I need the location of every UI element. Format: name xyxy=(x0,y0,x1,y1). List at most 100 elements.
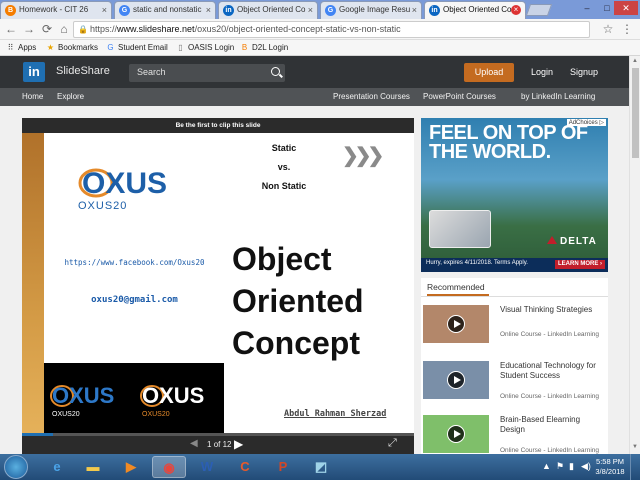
recommended-item[interactable]: Brain-Based Elearning Design Online Cours… xyxy=(421,415,608,454)
slideshare-logo-text[interactable]: SlideShare xyxy=(56,65,110,77)
nav-home[interactable]: Home xyxy=(22,92,43,101)
next-slide-icon[interactable]: ▶ xyxy=(234,437,243,451)
page-scrollbar[interactable]: ▲ ▼ xyxy=(629,56,640,454)
nav-presentation-courses[interactable]: Presentation Courses xyxy=(333,92,410,101)
address-bar[interactable]: 🔒 https://www.slideshare.net/oxus20/objec… xyxy=(73,21,590,38)
recommended-title[interactable]: Recommended xyxy=(427,282,485,292)
windows-taskbar: e ▬ ▶ ◉ W C P ◩ ▲ ⚑ ▮ ◀) 5:58 PM 3/8/2018 xyxy=(0,454,640,480)
tab-close-icon[interactable]: × xyxy=(308,2,313,18)
delta-ad[interactable]: AdChoices ▷ FEEL ON TOP OF THE WORLD. DE… xyxy=(421,118,608,272)
slide-title: Object Oriented Concept xyxy=(232,238,364,364)
url-path: /oxus20/object-oriented-concept-static-v… xyxy=(194,24,401,34)
tab-close-icon[interactable]: × xyxy=(102,2,107,18)
course-thumbnail[interactable] xyxy=(423,305,489,343)
chevrons-icon: ❯❯❯ xyxy=(342,145,384,167)
learn-more-button[interactable]: LEARN MORE › xyxy=(555,260,605,269)
tray-expand-icon[interactable]: ▲ xyxy=(542,461,551,471)
network-icon[interactable]: ▮ xyxy=(569,461,574,472)
bookmark-star-icon[interactable]: ☆ xyxy=(601,22,615,36)
word-icon[interactable]: W xyxy=(190,456,224,478)
folder-icon[interactable]: ▬ xyxy=(76,456,110,478)
reload-icon[interactable]: ⟳ xyxy=(40,22,54,36)
bookmark-d2l-login[interactable]: B D2L Login xyxy=(240,42,288,54)
email-address: oxus20@gmail.com xyxy=(91,295,178,305)
oxus20-logo: OXUS OXUS20 xyxy=(78,167,167,212)
bookmark-oasis-login[interactable]: ▯ OASIS Login xyxy=(176,42,234,54)
static-vs-nonstatic-label: Static vs. Non Static xyxy=(224,139,344,196)
tab-4[interactable]: G Google Image Resu × xyxy=(320,1,422,19)
start-button[interactable] xyxy=(4,455,28,479)
course-thumbnail[interactable] xyxy=(423,361,489,399)
course-title[interactable]: Visual Thinking Strategies xyxy=(500,305,606,315)
tab-5[interactable]: in Object Oriented Co × xyxy=(424,1,526,19)
browser-menu-icon[interactable]: ⋮ xyxy=(620,22,634,36)
nav-linkedin-learning[interactable]: by LinkedIn Learning xyxy=(521,92,595,101)
ie-icon[interactable]: e xyxy=(40,456,74,478)
upload-button[interactable]: Upload xyxy=(464,63,514,82)
bookmark-student-email[interactable]: G Student Email xyxy=(106,42,167,54)
slide-content[interactable]: OXUS OXUS20 https://www.facebook.com/Oxu… xyxy=(22,133,414,433)
search-input[interactable]: Search xyxy=(129,64,285,82)
bookmark-label: OASIS Login xyxy=(188,43,235,52)
tab-2[interactable]: Gstatic and nonstatic × xyxy=(114,1,216,19)
bookmark-apps[interactable]: ⠿ Apps xyxy=(6,42,37,54)
login-link[interactable]: Login xyxy=(531,67,553,77)
non-static-text: Non Static xyxy=(261,181,307,191)
play-icon[interactable] xyxy=(447,425,465,443)
recommended-item[interactable]: Visual Thinking Strategies Online Course … xyxy=(421,305,608,355)
system-clock[interactable]: 5:58 PM 3/8/2018 xyxy=(595,457,625,477)
tab-1[interactable]: B Homework - CIT 26 × xyxy=(0,1,112,19)
scroll-down-icon[interactable]: ▼ xyxy=(632,444,638,450)
page-indicator: 1 of 12 xyxy=(207,440,232,449)
flag-icon[interactable]: ⚑ xyxy=(556,461,564,472)
browser-tab-strip: B Homework - CIT 26 × Gstatic and nonstatic… xyxy=(0,0,640,19)
search-icon[interactable] xyxy=(271,67,280,76)
home-icon[interactable]: ⌂ xyxy=(57,22,71,36)
delta-logo: DELTA xyxy=(547,236,597,247)
tool-icon[interactable]: ◩ xyxy=(304,456,338,478)
search-placeholder: Search xyxy=(137,67,166,77)
web-page: in SlideShare Search Upload Login Signup… xyxy=(0,56,629,454)
show-desktop-button[interactable] xyxy=(630,454,640,480)
scroll-thumb[interactable] xyxy=(632,68,639,158)
course-title[interactable]: Educational Technology for Student Succe… xyxy=(500,361,606,381)
tab-close-icon[interactable]: × xyxy=(412,2,417,18)
oxus-logo-main-2: OXUS xyxy=(142,383,204,408)
title-line-2: Oriented xyxy=(232,283,364,319)
scroll-up-icon[interactable]: ▲ xyxy=(632,58,638,64)
oxus-logo-main: OXUS xyxy=(82,167,167,200)
bookmark-bookmarks[interactable]: ★ Bookmarks xyxy=(46,42,98,54)
media-player-icon[interactable]: ▶ xyxy=(114,456,148,478)
close-window-button[interactable]: ✕ xyxy=(614,1,638,15)
ad-terms: Hurry, expires 4/11/2018. Terms Apply. xyxy=(426,260,528,266)
recommended-item[interactable]: Educational Technology for Student Succe… xyxy=(421,361,608,411)
linkedin-logo[interactable]: in xyxy=(23,62,45,82)
nav-powerpoint-courses[interactable]: PowerPoint Courses xyxy=(423,92,496,101)
play-icon[interactable] xyxy=(447,315,465,333)
tab-3[interactable]: in Object Oriented Co × xyxy=(218,1,318,19)
tab-title: static and nonstatic xyxy=(133,5,202,14)
tab-title: Homework - CIT 26 xyxy=(19,5,89,14)
browser-toolbar: ← → ⟳ ⌂ 🔒 https://www.slideshare.net/oxus… xyxy=(0,19,640,40)
clip-slide-banner[interactable]: Be the first to clip this slide xyxy=(22,118,414,133)
fullscreen-icon[interactable]: ⤢ xyxy=(388,437,397,450)
powerpoint-icon[interactable]: P xyxy=(266,456,300,478)
app-c-icon[interactable]: C xyxy=(228,456,262,478)
back-icon[interactable]: ← xyxy=(4,22,18,36)
tab-close-icon[interactable]: × xyxy=(206,2,211,18)
minimize-button[interactable]: – xyxy=(578,1,596,15)
google-icon: G xyxy=(107,43,114,52)
course-subtitle: Online Course - LinkedIn Learning xyxy=(500,447,600,454)
nav-explore[interactable]: Explore xyxy=(57,92,84,101)
chrome-icon[interactable]: ◉ xyxy=(152,456,186,478)
course-thumbnail[interactable] xyxy=(423,415,489,453)
new-tab-button[interactable] xyxy=(525,4,553,16)
tab-close-icon[interactable]: × xyxy=(511,5,521,15)
prev-slide-icon[interactable]: ◀ xyxy=(190,438,198,449)
forward-icon[interactable]: → xyxy=(22,22,36,36)
course-title[interactable]: Brain-Based Elearning Design xyxy=(500,415,606,435)
volume-icon[interactable]: ◀) xyxy=(581,461,591,472)
signup-link[interactable]: Signup xyxy=(570,67,598,77)
site-header: in SlideShare Search Upload Login Signup xyxy=(0,56,629,88)
play-icon[interactable] xyxy=(447,371,465,389)
